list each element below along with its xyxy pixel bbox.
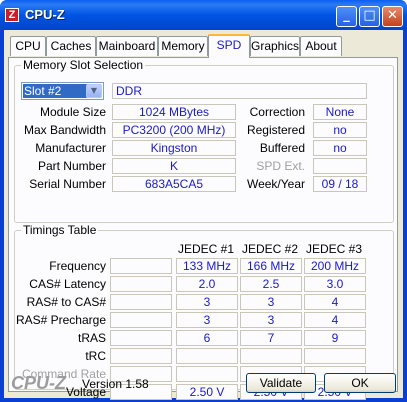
module-size-value: 1024 MBytes [112, 104, 236, 120]
max-bandwidth-value: PC3200 (200 MHz) [112, 122, 236, 138]
max-bandwidth-label: Max Bandwidth [23, 123, 106, 137]
tab-about[interactable]: About [300, 36, 342, 56]
trc-jedec-3 [304, 348, 366, 364]
ras-to-cas-jedec-1: 3 [176, 294, 238, 310]
ras-precharge-jedec-2: 3 [240, 312, 302, 328]
tab-memory[interactable]: Memory [158, 36, 208, 56]
part-number-value: K [112, 158, 236, 174]
version-text: Version 1.58 [82, 377, 149, 391]
manufacturer-value: Kingston [112, 140, 236, 156]
timings-table-group: Timings Table JEDEC #1 JEDEC #2 JEDEC #3… [14, 223, 394, 400]
manufacturer-label: Manufacturer [35, 141, 106, 155]
validate-button[interactable]: Validate [246, 373, 316, 393]
ras-to-cas-jedec-3: 4 [304, 294, 366, 310]
chevron-down-icon[interactable]: ▼ [86, 84, 102, 98]
tab-cpu[interactable]: CPU [10, 36, 46, 56]
week-year-value: 09 / 18 [313, 176, 367, 192]
command-rate-jedec-1 [176, 366, 238, 382]
cas-latency-label: CAS# Latency [29, 277, 106, 291]
memory-type-field: DDR [112, 83, 367, 99]
tab-spd[interactable]: SPD [208, 34, 250, 58]
serial-number-label: Serial Number [29, 177, 106, 191]
frequency-jedec-1: 133 MHz [176, 258, 238, 274]
correction-label: Correction [249, 105, 305, 119]
cas-latency-jedec-2: 2.5 [240, 276, 302, 292]
timing-cell [110, 276, 172, 292]
tras-jedec-1: 6 [176, 330, 238, 346]
timings-table-legend: Timings Table [21, 223, 99, 237]
trc-jedec-1 [176, 348, 238, 364]
voltage-jedec-1: 2.50 V [176, 384, 238, 400]
serial-number-value: 683A5CA5 [112, 176, 236, 192]
tab-graphics[interactable]: Graphics [250, 36, 300, 56]
title-bar[interactable]: Z CPU-Z _ □ ✕ [0, 0, 407, 30]
close-button[interactable]: ✕ [382, 6, 403, 27]
tras-jedec-2: 7 [240, 330, 302, 346]
ras-to-cas-jedec-2: 3 [240, 294, 302, 310]
buffered-label: Buffered [259, 141, 305, 155]
timing-cell [110, 348, 172, 364]
module-size-label: Module Size [39, 105, 106, 119]
jedec-2-header: JEDEC #2 [241, 242, 299, 256]
tab-mainboard[interactable]: Mainboard [96, 36, 158, 56]
spd-ext-label: SPD Ext. [256, 159, 305, 173]
ras-to-cas-label: RAS# to CAS# [26, 295, 106, 309]
trc-jedec-2 [240, 348, 302, 364]
frequency-jedec-2: 166 MHz [240, 258, 302, 274]
timing-cell [110, 258, 172, 274]
tras-jedec-3: 9 [304, 330, 366, 346]
cpu-z-logo: CPU-Z [11, 373, 66, 393]
week-year-label: Week/Year [246, 177, 305, 191]
cpu-z-app-icon: Z [5, 8, 19, 22]
ras-precharge-jedec-3: 4 [304, 312, 366, 328]
frequency-jedec-3: 200 MHz [304, 258, 366, 274]
timing-cell [110, 330, 172, 346]
cas-latency-jedec-3: 3.0 [304, 276, 366, 292]
jedec-1-header: JEDEC #1 [177, 242, 235, 256]
minimize-button[interactable]: _ [336, 6, 357, 27]
registered-label: Registered [246, 123, 305, 137]
trc-label: tRC [85, 349, 106, 363]
registered-value: no [313, 122, 367, 138]
frequency-label: Frequency [49, 259, 106, 273]
slot-select[interactable]: Slot #2 ▼ [21, 82, 104, 100]
slot-selected-value: Slot #2 [23, 84, 87, 98]
client-area: CPU Caches Mainboard Memory SPD Graphics… [4, 30, 403, 400]
spd-ext-value [313, 158, 367, 174]
cas-latency-jedec-1: 2.0 [176, 276, 238, 292]
maximize-button[interactable]: □ [359, 6, 380, 27]
buffered-value: no [313, 140, 367, 156]
timing-cell [110, 312, 172, 328]
jedec-3-header: JEDEC #3 [305, 242, 363, 256]
ras-precharge-jedec-1: 3 [176, 312, 238, 328]
spd-panel: Memory Slot Selection Slot #2 ▼ DDR Modu… [8, 57, 398, 400]
timing-cell [110, 294, 172, 310]
window-title: CPU-Z [25, 7, 65, 22]
memory-slot-group: Memory Slot Selection Slot #2 ▼ DDR Modu… [14, 58, 394, 223]
ras-precharge-label: RAS# Precharge [15, 313, 106, 327]
part-number-label: Part Number [37, 159, 106, 173]
tab-caches[interactable]: Caches [46, 36, 96, 56]
correction-value: None [313, 104, 367, 120]
ok-button[interactable]: OK [324, 373, 396, 393]
cpu-z-window: Z CPU-Z _ □ ✕ CPU Caches Mainboard Memor… [0, 0, 407, 402]
tras-label: tRAS [77, 331, 106, 345]
memory-slot-legend: Memory Slot Selection [21, 58, 146, 72]
